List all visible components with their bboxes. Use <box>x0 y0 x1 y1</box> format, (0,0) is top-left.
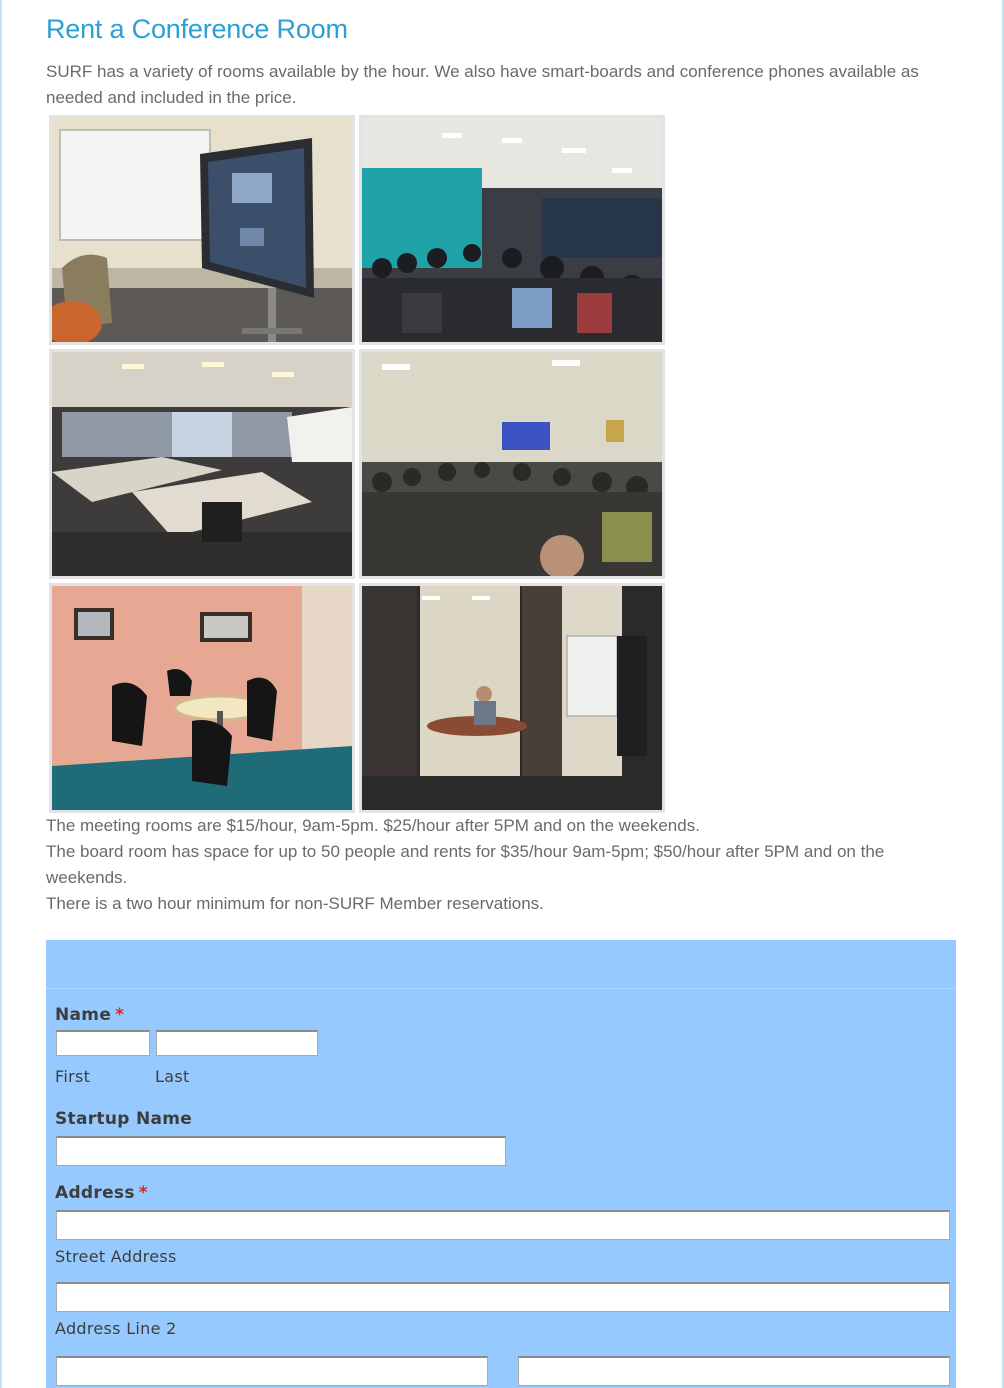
page-title: Rent a Conference Room <box>46 14 348 44</box>
city-input[interactable] <box>56 1356 488 1386</box>
pricing-meeting-rooms: The meeting rooms are $15/hour, 9am-5pm.… <box>46 816 700 835</box>
photo-smartboard-room-image <box>52 118 352 342</box>
photo-audience-teal-wall-image <box>362 118 662 342</box>
photo-empty-classroom-image <box>52 352 352 576</box>
pricing-text: The meeting rooms are $15/hour, 9am-5pm.… <box>46 813 951 917</box>
form-divider <box>46 988 956 989</box>
name-label: Name * <box>55 1005 124 1025</box>
last-name-input[interactable] <box>156 1030 318 1056</box>
photo-doorway-meeting[interactable] <box>359 583 665 813</box>
name-label-text: Name <box>55 1005 112 1025</box>
state-input[interactable] <box>518 1356 950 1386</box>
photo-pink-meeting-room-image <box>52 586 352 810</box>
first-name-sublabel: First <box>55 1067 91 1086</box>
street-address-input[interactable] <box>56 1210 950 1240</box>
startup-name-label: Startup Name <box>55 1109 193 1129</box>
address-label-text: Address <box>55 1183 135 1203</box>
startup-name-input[interactable] <box>56 1136 506 1166</box>
intro-text: SURF has a variety of rooms available by… <box>46 62 919 107</box>
photo-audience-teal-wall[interactable] <box>359 115 665 345</box>
photo-pink-meeting-room[interactable] <box>49 583 355 813</box>
photo-presentation-audience[interactable] <box>359 349 665 579</box>
pricing-board-room: The board room has space for up to 50 pe… <box>46 842 885 887</box>
photo-empty-classroom[interactable] <box>49 349 355 579</box>
address-line-2-input[interactable] <box>56 1282 950 1312</box>
reservation-form: Name * First Last Startup Name Address * S… <box>46 940 956 1388</box>
address-label: Address * <box>55 1183 148 1203</box>
name-required-mark: * <box>115 1005 125 1025</box>
street-address-sublabel: Street Address <box>55 1247 177 1266</box>
photo-presentation-audience-image <box>362 352 662 576</box>
pricing-minimum: There is a two hour minimum for non-SURF… <box>46 894 544 913</box>
address-required-mark: * <box>138 1183 148 1203</box>
photo-smartboard-room[interactable] <box>49 115 355 345</box>
photo-doorway-meeting-image <box>362 586 662 810</box>
last-name-sublabel: Last <box>155 1067 190 1086</box>
first-name-input[interactable] <box>56 1030 150 1056</box>
address-line-2-sublabel: Address Line 2 <box>55 1319 177 1338</box>
page-border-left <box>0 0 2 1388</box>
